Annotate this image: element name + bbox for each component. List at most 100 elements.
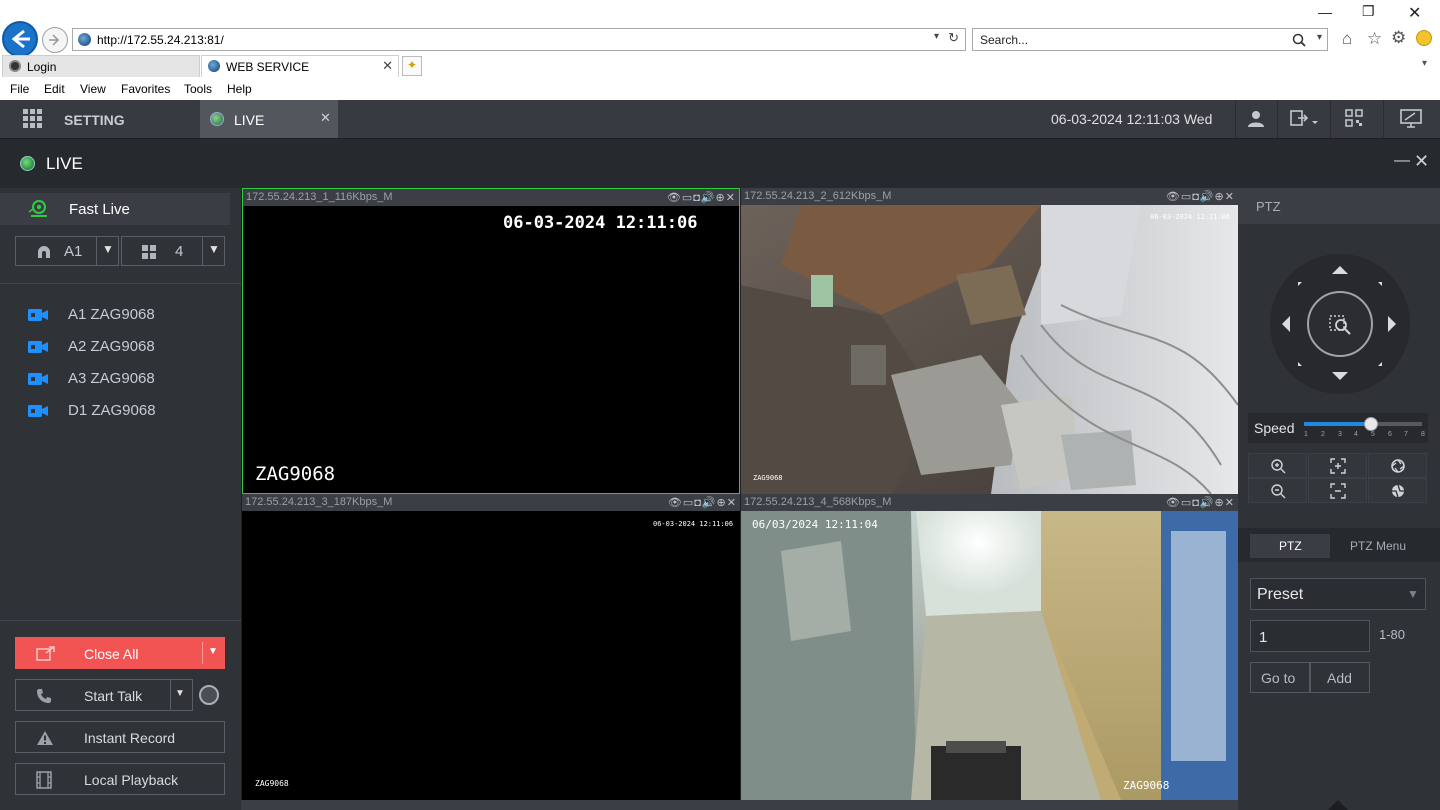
live-tab-close-icon[interactable]: ✕ — [320, 110, 331, 126]
zoom-in-icon — [1271, 459, 1286, 474]
video-header: 172.55.24.213_3_187Kbps_M 👁▭◘🔊⊕✕ — [242, 494, 740, 511]
toolbar-divider — [1277, 100, 1278, 138]
tab-ptz[interactable]: PTZ — [1250, 534, 1330, 558]
fast-live-label: Fast Live — [69, 201, 130, 218]
layout-select[interactable]: 4 ▼ — [121, 236, 225, 266]
device-item-a3[interactable]: A3 ZAG9068 — [28, 370, 228, 390]
panel-divider — [0, 283, 241, 284]
browser-chrome: http://172.55.24.213:81/ ▾ ↻ Search... ▾… — [0, 0, 1440, 100]
menu-view[interactable]: View — [80, 82, 106, 96]
close-window-icon[interactable]: ✕ — [1408, 3, 1421, 23]
refresh-icon[interactable]: ↻ — [948, 30, 959, 46]
monitor-icon[interactable] — [1400, 109, 1422, 129]
menu-edit[interactable]: Edit — [44, 82, 65, 96]
favorites-star-icon[interactable]: ☆ — [1367, 29, 1382, 49]
address-dropdown-icon[interactable]: ▾ — [934, 31, 939, 42]
focus-near-button[interactable] — [1308, 453, 1367, 478]
search-box[interactable]: Search... ▾ — [972, 28, 1328, 51]
tab-close-icon[interactable]: ✕ — [382, 58, 393, 74]
gear-icon[interactable]: ⚙ — [1391, 28, 1406, 48]
local-playback-button[interactable]: Local Playback — [15, 763, 225, 795]
close-all-button[interactable]: Close All ▼ — [15, 637, 225, 669]
video-toolbar[interactable]: 👁▭◘🔊⊕✕ — [1166, 496, 1235, 509]
live-tab[interactable]: LIVE ✕ — [200, 100, 338, 138]
menu-tools[interactable]: Tools — [184, 82, 212, 96]
menu-file[interactable]: File — [10, 82, 29, 96]
ptz-direction-pad[interactable] — [1270, 254, 1410, 394]
speed-slider-knob[interactable] — [1364, 417, 1378, 431]
osd-timestamp: 06-03-2024 12:11:06 — [653, 520, 734, 528]
video-toolbar[interactable]: 👁▭◘🔊⊕✕ — [668, 496, 737, 509]
qr-code-icon[interactable] — [1345, 109, 1363, 127]
video-window-4[interactable]: 172.55.24.213_4_568Kbps_M 👁▭◘🔊⊕✕ 06/03/2… — [741, 494, 1238, 800]
goto-preset-button[interactable]: Go to — [1250, 662, 1310, 693]
forward-button[interactable] — [42, 27, 68, 53]
close-all-dropdown-icon[interactable]: ▼ — [208, 646, 218, 657]
live-status-icon — [20, 156, 35, 171]
right-panel: PTZ Speed 1 2 3 4 5 6 7 8 PTZ PTZ Menu P… — [1238, 188, 1440, 810]
osd-channel-name: ZAG9068 — [1123, 779, 1170, 792]
logout-icon[interactable] — [1290, 110, 1320, 128]
fast-live-header[interactable]: Fast Live — [0, 193, 230, 225]
user-icon[interactable] — [1247, 110, 1265, 128]
preset-range-hint: 1-80 — [1379, 627, 1406, 642]
focus-far-button[interactable] — [1308, 478, 1367, 503]
tab-favicon-icon — [9, 60, 21, 72]
start-talk-label: Start Talk — [84, 688, 143, 704]
menu-bar: File Edit View Favorites Tools Help — [0, 78, 1440, 99]
video-window-3[interactable]: 172.55.24.213_3_187Kbps_M 👁▭◘🔊⊕✕ 06-03-2… — [242, 494, 740, 800]
start-talk-button[interactable]: Start Talk ▼ — [15, 679, 193, 711]
panel-minimize-icon[interactable]: — — [1394, 152, 1410, 170]
new-tab-button[interactable]: ✦ — [402, 56, 422, 76]
iris-open-button[interactable] — [1368, 453, 1427, 478]
start-talk-dropdown-icon[interactable]: ▼ — [175, 688, 185, 699]
speed-tick: 8 — [1421, 431, 1425, 438]
panel-close-icon[interactable]: ✕ — [1414, 151, 1429, 172]
zoom-in-button[interactable] — [1248, 453, 1307, 478]
tab-ptz-menu[interactable]: PTZ Menu — [1338, 534, 1428, 558]
device-item-d1[interactable]: D1 ZAG9068 — [28, 402, 228, 422]
zoom-out-icon — [1271, 484, 1286, 499]
search-icon[interactable] — [1291, 32, 1307, 48]
device-item-a1[interactable]: A1 ZAG9068 — [28, 306, 228, 326]
speed-ticks: 1 2 3 4 5 6 7 8 — [1304, 431, 1430, 441]
minimize-window-icon[interactable]: — — [1318, 4, 1332, 20]
back-button[interactable] — [2, 21, 38, 57]
add-preset-button[interactable]: Add — [1310, 662, 1370, 693]
toolbar-divider — [1330, 100, 1331, 138]
zoom-out-button[interactable] — [1248, 478, 1307, 503]
device-item-a2[interactable]: A2 ZAG9068 — [28, 338, 228, 358]
tab-list-dropdown-icon[interactable]: ▾ — [1422, 58, 1427, 69]
search-dropdown-icon[interactable]: ▾ — [1317, 32, 1322, 43]
chevron-down-icon: ▼ — [1407, 587, 1419, 601]
grid-menu-icon — [23, 109, 42, 128]
group-select[interactable]: A1 ▼ — [15, 236, 119, 266]
iris-close-button[interactable] — [1368, 478, 1427, 503]
page-title: LIVE — [46, 154, 83, 173]
browser-tab-login[interactable]: Login — [2, 55, 200, 77]
collapse-arrow-icon[interactable] — [1328, 800, 1348, 810]
iris-open-icon — [1391, 459, 1405, 473]
select-divider — [96, 237, 97, 265]
new-tab-icon: ✦ — [407, 58, 418, 72]
preset-number-input[interactable]: 1 — [1250, 620, 1370, 652]
instant-record-button[interactable]: Instant Record — [15, 721, 225, 753]
video-toolbar[interactable]: 👁▭◘🔊⊕✕ — [667, 191, 736, 204]
restore-window-icon[interactable]: ❐ — [1362, 3, 1375, 20]
preset-select[interactable]: Preset ▼ — [1250, 578, 1426, 610]
video-window-2[interactable]: 172.55.24.213_2_612Kbps_M 👁▭◘🔊⊕✕ 06-03-2… — [741, 188, 1238, 494]
speed-tick: 7 — [1404, 431, 1408, 438]
browser-tab-web-service[interactable]: WEB SERVICE ✕ — [201, 55, 399, 77]
menu-favorites[interactable]: Favorites — [121, 82, 170, 96]
video-window-1[interactable]: 172.55.24.213_1_116Kbps_M 👁▭◘🔊⊕✕ 06-03-2… — [242, 188, 740, 494]
camera-icon — [28, 341, 48, 353]
setting-tab[interactable]: SETTING — [0, 100, 200, 138]
smiley-feedback-icon[interactable] — [1416, 30, 1432, 46]
home-icon[interactable]: ⌂ — [1342, 29, 1352, 49]
speed-tick: 4 — [1354, 431, 1358, 438]
address-bar[interactable]: http://172.55.24.213:81/ ▾ ↻ — [72, 28, 966, 51]
speed-slider[interactable] — [1304, 417, 1422, 431]
video-toolbar[interactable]: 👁▭◘🔊⊕✕ — [1166, 190, 1235, 203]
speed-tick: 5 — [1371, 431, 1375, 438]
menu-help[interactable]: Help — [227, 82, 252, 96]
